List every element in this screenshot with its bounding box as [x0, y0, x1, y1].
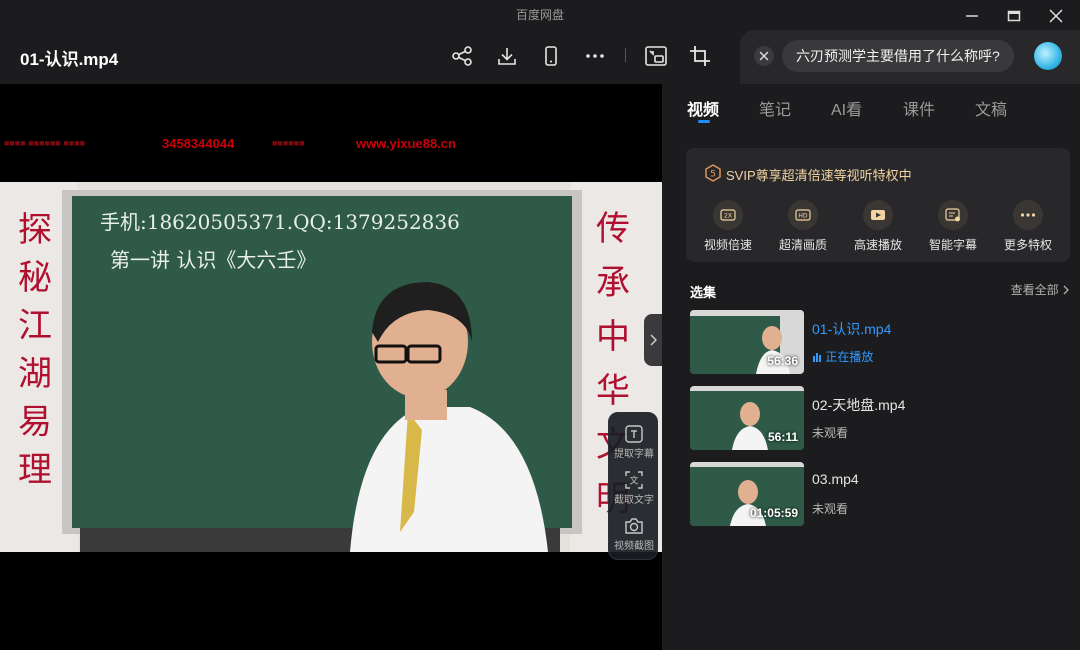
speed-icon: 2X [713, 200, 743, 230]
close-icon[interactable] [1041, 4, 1071, 28]
episode-thumbnail: 56:36 [690, 310, 804, 374]
episode-status: 正在播放 [812, 348, 873, 365]
episode-duration: 56:36 [767, 354, 798, 368]
ai-assistant-bar: 六刃预测学主要借用了什么称呼? [740, 30, 1080, 84]
share-icon[interactable] [448, 42, 476, 70]
smart-subtitle-icon [938, 200, 968, 230]
sidebar-tabs: 视频 笔记 AI看 课件 文稿 [662, 84, 1080, 132]
svip-badge-icon: 5 [704, 164, 722, 182]
sidebar-collapse-button[interactable] [644, 314, 662, 366]
board-line-1: 手机:18620505371.QQ:1379252836 [100, 210, 460, 234]
tab-video[interactable]: 视频 [687, 96, 719, 120]
svg-text:2X: 2X [724, 213, 732, 220]
svg-text:HD: HD [798, 213, 808, 220]
feature-hd[interactable]: HD 超清画质 [767, 200, 839, 253]
video-frame: 手机:18620505371.QQ:1379252836 第一讲 认识《大六壬》… [0, 182, 662, 552]
watermark-url: www.yixue88.cn [356, 136, 456, 151]
file-title: 01-认识.mp4 [20, 50, 119, 69]
video-watermark: ■■■■ ■■■■■■ ■■■■ 3458344044 ■■■■■■ www.y… [4, 136, 456, 151]
svip-title: SVIP尊享超清倍速等视听特权中 [726, 168, 912, 183]
download-icon[interactable] [493, 42, 521, 70]
episode-duration: 56:11 [767, 430, 798, 444]
hd-icon: HD [788, 200, 818, 230]
title-bar: 百度网盘 01-认识.mp4 六刃预测学主要借用了什么称呼? [0, 0, 1080, 84]
view-all-link[interactable]: 查看全部 [1011, 281, 1070, 298]
list-item-episode-1[interactable]: 56:36 01-认识.mp4 正在播放 [690, 310, 1070, 374]
maximize-icon[interactable] [999, 4, 1029, 28]
svg-text:文: 文 [629, 475, 638, 487]
episode-name: 02-天地盘.mp4 [812, 397, 906, 413]
tab-transcript[interactable]: 文稿 [975, 96, 1007, 120]
close-icon[interactable] [754, 46, 774, 66]
feature-smart-subtitle[interactable]: 智能字幕 [917, 200, 989, 253]
episode-thumbnail: 56:11 [690, 386, 804, 450]
chevron-right-icon [1063, 285, 1069, 295]
active-tab-indicator [698, 120, 710, 123]
tab-notes[interactable]: 笔记 [759, 96, 791, 120]
episode-thumbnail: 01:05:59 [690, 462, 804, 526]
camera-icon [609, 515, 659, 537]
ai-suggested-question[interactable]: 六刃预测学主要借用了什么称呼? [782, 40, 1014, 72]
playlist-title: 选集 [690, 285, 717, 300]
list-item-episode-3[interactable]: 01:05:59 03.mp4 未观看 [690, 462, 1070, 526]
episode-name: 03.mp4 [812, 471, 859, 487]
episode-name: 01-认识.mp4 [812, 321, 892, 337]
crop-icon[interactable] [686, 42, 714, 70]
episode-status: 未观看 [812, 426, 849, 440]
capture-text-button[interactable]: 文 截取文字 [609, 469, 659, 506]
feature-more[interactable]: 更多特权 [992, 200, 1064, 253]
board-line-2: 第一讲 认识《大六壬》 [110, 248, 317, 272]
chevron-right-icon [650, 334, 657, 346]
svip-card[interactable]: 5 SVIP尊享超清倍速等视听特权中 2X 视频倍速 HD 超清画质 高速播放 … [686, 148, 1070, 262]
app-title: 百度网盘 [515, 8, 564, 22]
watermark-phone: 3458344044 [162, 136, 235, 151]
pip-icon[interactable] [642, 42, 670, 70]
tab-ai-watch[interactable]: AI看 [831, 96, 862, 120]
play-fast-icon [863, 200, 893, 230]
toolbar-divider [625, 48, 626, 62]
episode-duration: 01:05:59 [749, 506, 798, 520]
banner-left: 探秘江湖易理 [18, 210, 52, 490]
feature-fast-play[interactable]: 高速播放 [842, 200, 914, 253]
sidebar: 视频 笔记 AI看 课件 文稿 5 SVIP尊享超清倍速等视听特权中 2X 视频… [662, 84, 1080, 650]
subtitle-extract-icon [609, 423, 659, 445]
extract-subtitle-button[interactable]: 提取字幕 [609, 423, 659, 460]
more-icon[interactable] [581, 42, 609, 70]
list-item-episode-2[interactable]: 56:11 02-天地盘.mp4 未观看 [690, 386, 1070, 450]
text-capture-icon: 文 [609, 469, 659, 491]
minimize-icon[interactable] [957, 4, 987, 28]
more-icon [1013, 200, 1043, 230]
episode-status: 未观看 [812, 502, 849, 516]
video-screenshot-button[interactable]: 视频截图 [609, 515, 659, 552]
video-player[interactable]: ■■■■ ■■■■■■ ■■■■ 3458344044 ■■■■■■ www.y… [0, 84, 662, 650]
ai-avatar[interactable] [1034, 42, 1062, 70]
svg-text:5: 5 [710, 170, 716, 180]
playing-bars-icon [813, 353, 821, 362]
video-tools-panel: 提取字幕 文 截取文字 视频截图 [608, 412, 658, 560]
feature-speed[interactable]: 2X 视频倍速 [692, 200, 764, 253]
phone-icon[interactable] [537, 42, 565, 70]
tab-courseware[interactable]: 课件 [903, 96, 935, 120]
